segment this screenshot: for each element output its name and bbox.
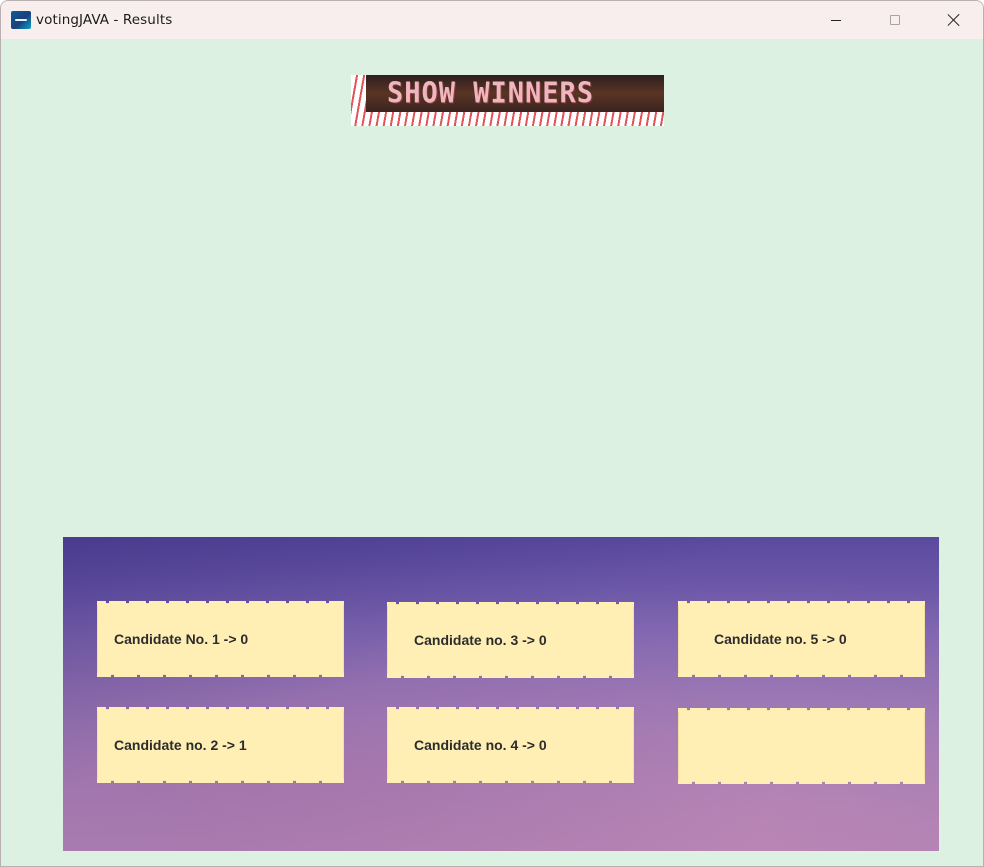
maximize-icon	[890, 15, 900, 25]
result-card-1: Candidate No. 1 -> 0	[97, 601, 344, 677]
window-title: votingJAVA - Results	[36, 12, 173, 28]
results-panel: Candidate No. 1 -> 0 Candidate no. 2 -> …	[63, 537, 939, 851]
result-card-5: Candidate no. 5 -> 0	[678, 601, 925, 677]
app-icon	[11, 11, 31, 29]
result-card-3: Candidate no. 3 -> 0	[387, 602, 634, 678]
result-card-4: Candidate no. 4 -> 0	[387, 707, 634, 783]
app-window: votingJAVA - Results SHOW WINNERS Candid…	[0, 0, 984, 867]
show-winners-button[interactable]: SHOW WINNERS	[351, 75, 664, 126]
minimize-button[interactable]	[807, 1, 865, 39]
maximize-button[interactable]	[866, 1, 924, 39]
result-label-5: Candidate no. 5 -> 0	[714, 631, 847, 647]
title-bar[interactable]: votingJAVA - Results	[1, 1, 983, 39]
result-label-3: Candidate no. 3 -> 0	[414, 632, 547, 648]
minimize-icon	[831, 19, 841, 21]
result-label-2: Candidate no. 2 -> 1	[114, 737, 247, 753]
close-button[interactable]	[925, 1, 983, 39]
result-label-1: Candidate No. 1 -> 0	[114, 631, 249, 647]
show-winners-label: SHOW WINNERS	[387, 77, 595, 110]
result-card-6	[678, 708, 925, 784]
result-label-4: Candidate no. 4 -> 0	[414, 737, 547, 753]
close-icon	[947, 13, 961, 27]
result-card-2: Candidate no. 2 -> 1	[97, 707, 344, 783]
